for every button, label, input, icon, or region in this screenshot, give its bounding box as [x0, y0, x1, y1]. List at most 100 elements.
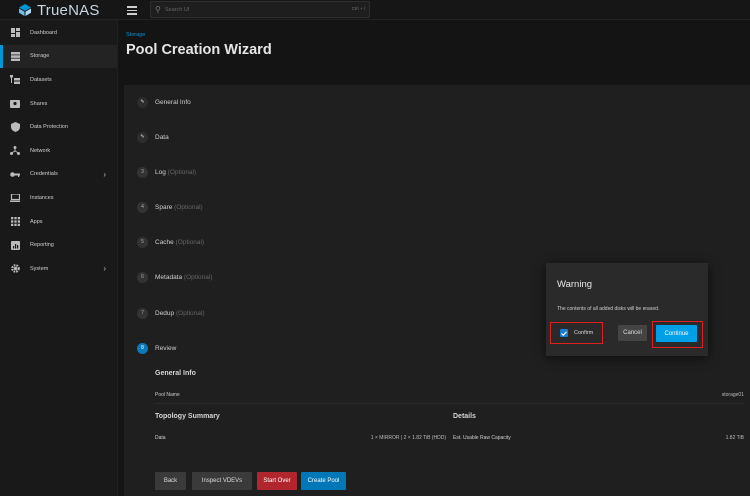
sidebar-item-system[interactable]: System › — [0, 257, 117, 281]
continue-highlight: Continue — [652, 321, 703, 348]
continue-button[interactable]: Continue — [656, 325, 697, 342]
edit-pencil-icon: ✎ — [137, 131, 148, 143]
sidebar-item-network[interactable]: Network — [0, 139, 117, 163]
sidebar-item-label: Data Protection — [30, 124, 68, 131]
dashboard-icon — [10, 28, 20, 38]
step-number: 8 — [137, 342, 148, 354]
topology-summary-heading: Topology Summary — [155, 413, 220, 420]
back-button[interactable]: Back — [155, 472, 186, 490]
step-label: Metadata (Optional) — [155, 273, 213, 281]
step-review[interactable]: 8 Review — [137, 341, 176, 355]
step-dedup[interactable]: 7 Dedup (Optional) — [137, 306, 205, 320]
datasets-icon — [10, 75, 20, 85]
dialog-message: The contents of all added disks will be … — [557, 306, 660, 312]
apps-grid-icon — [10, 217, 20, 227]
key-icon — [10, 169, 20, 179]
sidebar-item-shares[interactable]: Shares — [0, 92, 117, 116]
sidebar-item-credentials[interactable]: Credentials › — [0, 163, 117, 187]
optional-tag: (Optional) — [167, 168, 197, 176]
reporting-icon — [10, 240, 20, 250]
sidebar-item-label: Apps — [30, 218, 43, 225]
checkbox-checked-icon — [560, 329, 568, 337]
step-spare[interactable]: 4 Spare (Optional) — [137, 200, 203, 214]
capacity-label: Est. Usable Raw Capacity — [453, 435, 511, 441]
data-vdev-value: 1 × MIRROR | 2 × 1.82 TiB (HDD) — [370, 435, 446, 441]
sidebar-item-reporting[interactable]: Reporting — [0, 233, 117, 257]
step-label: Log (Optional) — [155, 168, 197, 176]
details-heading: Details — [453, 413, 476, 420]
sidebar-item-label: Credentials — [30, 171, 58, 178]
search-icon: ⚲ — [155, 5, 161, 14]
search-input[interactable] — [164, 6, 315, 13]
main-content: Storage Pool Creation Wizard ✎ General I… — [118, 20, 750, 496]
sidebar-item-dashboard[interactable]: Dashboard — [0, 21, 117, 45]
optional-tag: (Optional) — [174, 203, 203, 211]
sidebar-item-instances[interactable]: Instances — [0, 186, 117, 210]
step-number: 6 — [137, 271, 148, 283]
step-number: 7 — [137, 307, 148, 319]
truenas-logo-icon — [18, 3, 32, 17]
step-label: Review — [155, 344, 177, 352]
chevron-right-icon: › — [103, 264, 106, 274]
step-label: Data — [155, 133, 169, 141]
step-number: 5 — [137, 236, 148, 248]
gear-icon — [10, 264, 20, 274]
step-cache[interactable]: 5 Cache (Optional) — [137, 235, 204, 249]
step-label: Dedup (Optional) — [155, 309, 205, 317]
sidebar-item-label: System — [30, 265, 49, 272]
breadcrumb[interactable]: Storage — [126, 32, 145, 38]
shares-icon — [10, 99, 20, 109]
general-info-heading: General Info — [155, 370, 196, 377]
chevron-right-icon: › — [103, 169, 106, 179]
edit-pencil-icon: ✎ — [137, 96, 148, 108]
network-icon — [10, 146, 20, 156]
shield-icon — [10, 122, 20, 133]
sidebar-item-label: Reporting — [30, 242, 54, 249]
step-general-info[interactable]: ✎ General Info — [137, 95, 191, 109]
search-shortcut-hint: Ctrl + / — [351, 6, 365, 11]
pool-name-value: storage01 — [721, 392, 744, 398]
sidebar-item-apps[interactable]: Apps — [0, 210, 117, 234]
truenas-logo[interactable]: TrueNAS — [18, 1, 100, 19]
step-label: General Info — [155, 98, 191, 106]
start-over-button[interactable]: Start Over — [257, 472, 297, 490]
confirm-label: Confirm — [574, 330, 594, 336]
sidebar-item-label: Dashboard — [30, 29, 57, 36]
step-number: 3 — [137, 166, 148, 178]
hamburger-menu-icon[interactable] — [127, 4, 137, 16]
laptop-icon — [10, 193, 20, 203]
sidebar-item-label: Network — [30, 147, 51, 154]
page-title: Pool Creation Wizard — [126, 42, 272, 58]
divider — [155, 403, 744, 404]
optional-tag: (Optional) — [175, 238, 205, 246]
dialog-title: Warning — [557, 279, 593, 290]
step-data[interactable]: ✎ Data — [137, 130, 169, 144]
sidebar-item-storage[interactable]: Storage — [0, 44, 117, 69]
storage-icon — [10, 51, 20, 61]
logo-text: TrueNAS — [37, 1, 100, 19]
step-label: Cache (Optional) — [155, 238, 205, 246]
search-box[interactable]: ⚲ Ctrl + / — [150, 1, 370, 18]
sidebar-item-label: Instances — [30, 194, 54, 201]
step-label: Spare (Optional) — [155, 203, 203, 211]
confirm-checkbox[interactable]: Confirm — [550, 322, 603, 344]
sidebar-item-data-protection[interactable]: Data Protection — [0, 115, 117, 139]
optional-tag: (Optional) — [183, 273, 213, 281]
data-vdev-label: Data — [155, 435, 166, 441]
sidebar-item-label: Datasets — [30, 76, 52, 83]
top-bar: TrueNAS ⚲ Ctrl + / — [0, 0, 750, 20]
sidebar-item-label: Shares — [30, 100, 48, 107]
capacity-value: 1.82 TiB — [725, 435, 744, 441]
step-number: 4 — [137, 201, 148, 213]
cancel-button[interactable]: Cancel — [618, 325, 647, 341]
sidebar-item-label: Storage — [30, 53, 50, 60]
sidebar: Dashboard Storage Datasets Shares Data P… — [0, 20, 118, 496]
inspect-vdevs-button[interactable]: Inspect VDEVs — [192, 472, 252, 490]
create-pool-button[interactable]: Create Pool — [301, 472, 346, 490]
step-metadata[interactable]: 6 Metadata (Optional) — [137, 270, 212, 284]
step-log[interactable]: 3 Log (Optional) — [137, 165, 196, 179]
pool-name-label: Pool Name — [155, 392, 180, 398]
sidebar-item-datasets[interactable]: Datasets — [0, 68, 117, 92]
warning-dialog: Warning The contents of all added disks … — [546, 263, 708, 356]
optional-tag: (Optional) — [175, 309, 205, 317]
